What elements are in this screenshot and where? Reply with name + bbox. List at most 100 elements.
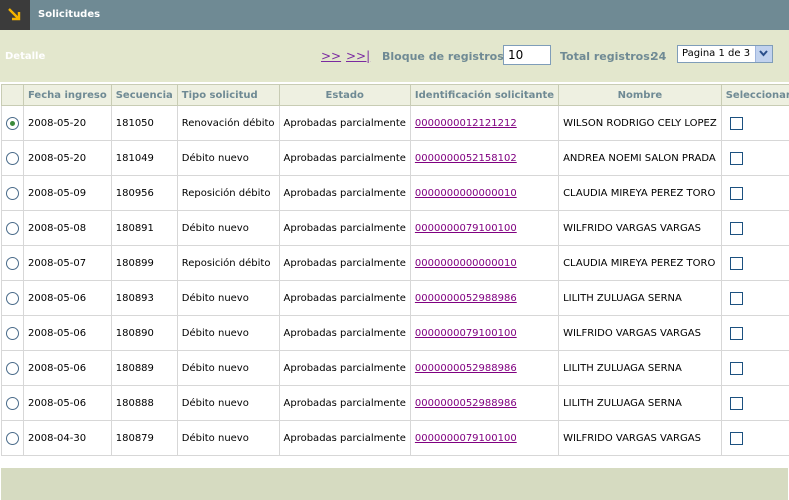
cell-tipo: Débito nuevo (176, 315, 280, 351)
row-checkbox[interactable] (729, 361, 743, 375)
bloque-label: Bloque de registros: (382, 50, 509, 63)
row-checkbox[interactable] (729, 116, 743, 130)
row-radio[interactable] (6, 291, 19, 305)
bloque-registros-input[interactable] (503, 45, 551, 65)
page-select[interactable]: Pagina 1 de 3 (677, 45, 773, 63)
cell-estado: Aprobadas parcialmente (278, 140, 411, 176)
total-label: Total registros: (560, 50, 655, 63)
row-checkbox[interactable] (729, 186, 743, 200)
cell-nombre: CLAUDIA MIREYA PEREZ TORO (558, 245, 722, 281)
row-radio[interactable] (6, 361, 19, 375)
cell-nombre: WILFRIDO VARGAS VARGAS (558, 210, 722, 246)
identificacion-link[interactable]: 0000000052988986 (409, 280, 560, 316)
row-checkbox[interactable] (729, 221, 743, 235)
cell-tipo: Débito nuevo (176, 385, 280, 421)
row-checkbox-cell (720, 140, 789, 176)
cell-fecha: 2008-05-06 (23, 350, 112, 386)
cell-fecha: 2008-05-09 (23, 175, 112, 211)
col-estado: Estado (278, 84, 411, 106)
row-checkbox[interactable] (729, 326, 743, 340)
row-radio-cell (1, 280, 24, 316)
footer-bar (1, 468, 788, 500)
cell-estado: Aprobadas parcialmente (278, 245, 411, 281)
identificacion-link[interactable]: 0000000052988986 (409, 350, 560, 386)
cell-secuencia: 180899 (110, 245, 178, 281)
row-radio-cell (1, 315, 24, 351)
next-page-link[interactable]: >> (321, 49, 341, 63)
identificacion-link[interactable]: 0000000012121212 (409, 105, 560, 141)
row-radio-cell (1, 350, 24, 386)
title-bar: Solicitudes (0, 0, 789, 30)
cell-fecha: 2008-05-20 (23, 140, 112, 176)
col-fecha: Fecha ingreso (23, 84, 112, 106)
table-row: 2008-05-06 180888 Débito nuevo Aprobadas pa… (1, 385, 789, 421)
cell-estado: Aprobadas parcialmente (278, 385, 411, 421)
row-radio[interactable] (6, 256, 19, 270)
identificacion-link[interactable]: 0000000000000010 (409, 245, 560, 281)
row-checkbox[interactable] (729, 256, 743, 270)
col-radio (1, 84, 24, 106)
row-radio[interactable] (6, 326, 19, 340)
cell-secuencia: 180879 (110, 420, 178, 456)
row-checkbox-cell (720, 280, 789, 316)
cell-nombre: LILITH ZULUAGA SERNA (558, 280, 722, 316)
row-radio[interactable] (6, 221, 19, 235)
last-page-link[interactable]: >>| (346, 49, 370, 63)
table-row: 2008-05-06 180889 Débito nuevo Aprobadas pa… (1, 350, 789, 386)
row-radio[interactable] (6, 186, 19, 200)
cell-fecha: 2008-05-07 (23, 245, 112, 281)
cell-tipo: Renovación débito (176, 105, 280, 141)
cell-tipo: Reposición débito (176, 175, 280, 211)
row-radio[interactable] (6, 116, 19, 130)
cell-estado: Aprobadas parcialmente (278, 210, 411, 246)
cell-nombre: ANDREA NOEMI SALON PRADA (558, 140, 722, 176)
identificacion-link[interactable]: 0000000079100100 (409, 210, 560, 246)
cell-estado: Aprobadas parcialmente (278, 280, 411, 316)
cell-nombre: CLAUDIA MIREYA PEREZ TORO (558, 175, 722, 211)
identificacion-link[interactable]: 0000000052988986 (409, 385, 560, 421)
table-row: 2008-05-07 180899 Reposición débito Aprobad… (1, 245, 789, 281)
cell-secuencia: 180893 (110, 280, 178, 316)
cell-estado: Aprobadas parcialmente (278, 420, 411, 456)
identificacion-link[interactable]: 0000000000000010 (409, 175, 560, 211)
row-radio-cell (1, 385, 24, 421)
cell-fecha: 2008-05-06 (23, 385, 112, 421)
row-checkbox-cell (720, 105, 789, 141)
page-select-value: Pagina 1 de 3 (682, 48, 751, 59)
table-row: 2008-05-08 180891 Débito nuevo Aprobadas pa… (1, 210, 789, 246)
row-radio-cell (1, 105, 24, 141)
cell-nombre: WILFRIDO VARGAS VARGAS (558, 420, 722, 456)
arrow-down-right-icon (0, 0, 30, 30)
cell-nombre: LILITH ZULUAGA SERNA (558, 350, 722, 386)
cell-fecha: 2008-05-06 (23, 280, 112, 316)
identificacion-link[interactable]: 0000000079100100 (409, 315, 560, 351)
identificacion-link[interactable]: 0000000079100100 (409, 420, 560, 456)
row-radio[interactable] (6, 151, 19, 165)
identificacion-link[interactable]: 0000000052158102 (409, 140, 560, 176)
row-radio[interactable] (6, 431, 19, 445)
cell-secuencia: 180888 (110, 385, 178, 421)
solicitudes-table: Fecha ingreso Secuencia Tipo solicitud E… (1, 84, 789, 456)
col-tipo: Tipo solicitud (176, 84, 280, 106)
row-radio[interactable] (6, 396, 19, 410)
table-row: 2008-04-30 180879 Débito nuevo Aprobadas pa… (1, 420, 789, 456)
row-checkbox-cell (720, 385, 789, 421)
row-checkbox[interactable] (729, 151, 743, 165)
table-header-row: Fecha ingreso Secuencia Tipo solicitud E… (1, 84, 789, 106)
total-value: 24 (651, 50, 667, 63)
row-checkbox[interactable] (729, 291, 743, 305)
row-checkbox[interactable] (729, 431, 743, 445)
cell-fecha: 2008-05-06 (23, 315, 112, 351)
row-checkbox[interactable] (729, 396, 743, 410)
cell-tipo: Débito nuevo (176, 280, 280, 316)
cell-secuencia: 180889 (110, 350, 178, 386)
row-checkbox-cell (720, 245, 789, 281)
row-radio-cell (1, 140, 24, 176)
chevron-down-icon[interactable] (755, 46, 772, 62)
cell-secuencia: 180891 (110, 210, 178, 246)
cell-estado: Aprobadas parcialmente (278, 350, 411, 386)
cell-estado: Aprobadas parcialmente (278, 175, 411, 211)
cell-nombre: WILSON RODRIGO CELY LOPEZ (558, 105, 722, 141)
cell-estado: Aprobadas parcialmente (278, 105, 411, 141)
col-identificacion: Identificación solicitante (409, 84, 560, 106)
